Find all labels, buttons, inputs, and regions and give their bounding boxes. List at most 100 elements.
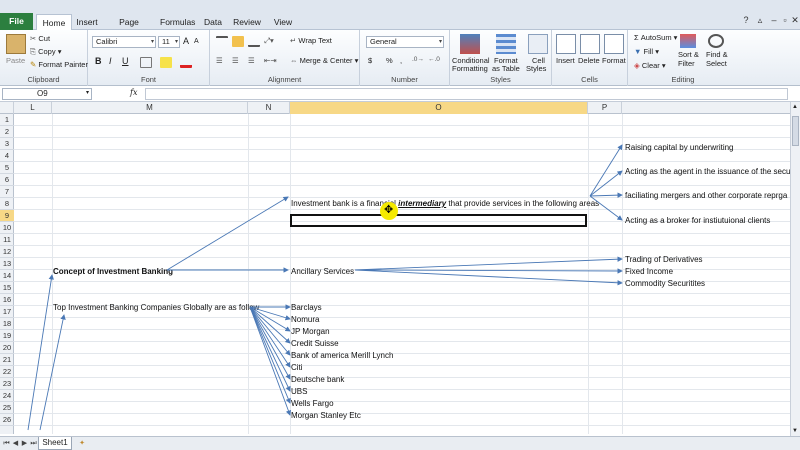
row-header-3[interactable]: 3 — [0, 138, 14, 150]
row-header-19[interactable]: 19 — [0, 330, 14, 342]
font-color-icon[interactable] — [180, 57, 192, 68]
cell-top-companies[interactable]: Top Investment Banking Companies Globall… — [53, 302, 259, 314]
conditional-formatting-icon[interactable] — [460, 34, 480, 54]
cell-acting-broker[interactable]: Acting as a broker for instiutuional cli… — [625, 215, 770, 227]
cell-o7[interactable]: Investment bank is a financial intermedi… — [291, 198, 599, 210]
close-icon[interactable]: ✕ — [789, 14, 800, 26]
align-top-icon[interactable] — [216, 36, 228, 47]
cell-company[interactable]: Morgan Stanley Etc — [291, 410, 361, 422]
cell-styles-icon[interactable] — [528, 34, 548, 54]
font-size-select[interactable]: 11 ▾ — [158, 36, 180, 48]
cell-company[interactable]: UBS — [291, 386, 307, 398]
row-header-20[interactable]: 20 — [0, 342, 14, 354]
decrease-decimal-icon[interactable]: ←.0 — [428, 56, 440, 63]
fill-color-icon[interactable] — [160, 57, 172, 68]
cut-button[interactable]: ✂ Cut — [30, 34, 50, 43]
format-painter-button[interactable]: ✎ Format Painter — [30, 60, 88, 69]
align-right-icon[interactable]: ☰ — [248, 56, 255, 65]
row-header-13[interactable]: 13 — [0, 258, 14, 270]
column-header-p[interactable]: P — [588, 102, 622, 114]
row-header-10[interactable]: 10 — [0, 222, 14, 234]
borders-icon[interactable] — [140, 57, 152, 68]
paste-button[interactable]: Paste — [6, 56, 25, 65]
number-format-select[interactable]: General ▾ — [366, 36, 444, 48]
wrap-text-button[interactable]: ↵ Wrap Text — [290, 36, 332, 45]
align-left-icon[interactable]: ☰ — [216, 56, 223, 65]
cell-company[interactable]: Nomura — [291, 314, 319, 326]
cell-derivatives[interactable]: Trading of Derivatives — [625, 254, 703, 266]
cell-fixed-income[interactable]: Fixed Income — [625, 266, 673, 278]
next-sheet-icon[interactable]: ▶ — [20, 438, 29, 450]
italic-button[interactable]: I — [109, 56, 112, 66]
column-header-n[interactable]: N — [248, 102, 290, 114]
scroll-thumb[interactable] — [792, 116, 799, 146]
cell-facilitating-mergers[interactable]: faciliating mergers and other corporate … — [625, 190, 787, 202]
comma-button[interactable]: , — [400, 56, 402, 65]
delete-cells-button[interactable]: Delete — [578, 56, 600, 65]
row-header-22[interactable]: 22 — [0, 366, 14, 378]
row-header-4[interactable]: 4 — [0, 150, 14, 162]
cell-company[interactable]: Citi — [291, 362, 303, 374]
cell-company[interactable]: Bank of america Merill Lynch — [291, 350, 393, 362]
cell-company[interactable]: Deutsche bank — [291, 374, 344, 386]
cell-commodity[interactable]: Commodity Securitites — [625, 278, 705, 290]
row-header-12[interactable]: 12 — [0, 246, 14, 258]
autosum-button[interactable]: Σ AutoSum ▾ — [634, 33, 677, 42]
conditional-formatting-label-2[interactable]: Formatting — [452, 64, 488, 73]
percent-button[interactable]: % — [386, 56, 393, 65]
prev-sheet-icon[interactable]: ◀ — [11, 438, 20, 450]
format-as-table-icon[interactable] — [496, 34, 516, 54]
insert-cells-button[interactable]: Insert — [556, 56, 575, 65]
scroll-down-icon[interactable]: ▼ — [792, 428, 798, 434]
indent-icon[interactable]: ⇤⇥ — [264, 56, 277, 65]
copy-button[interactable]: ⎘ Copy ▾ — [30, 47, 61, 57]
worksheet-grid[interactable]: L M N O P 1 2 3 4 5 6 7 8 9 10 11 12 13 14 15 16 17 18 19 2… — [0, 102, 790, 434]
tab-insert[interactable]: Insert — [74, 14, 100, 31]
font-name-select[interactable]: Calibri ▾ — [92, 36, 156, 48]
cell-raising-capital[interactable]: Raising capital by underwriting — [625, 142, 734, 154]
sheet-tab-sheet1[interactable]: Sheet1 — [38, 437, 72, 450]
vertical-scrollbar[interactable]: ▲ ▼ — [790, 102, 800, 436]
format-as-table-label-2[interactable]: as Table — [492, 64, 520, 73]
align-middle-icon[interactable] — [232, 36, 244, 47]
format-cells-button[interactable]: Format — [602, 56, 626, 65]
formula-input[interactable] — [145, 88, 788, 100]
orientation-icon[interactable]: ⤢▾ — [264, 36, 274, 46]
row-header-26[interactable]: 26 — [0, 414, 14, 426]
bold-button[interactable]: B — [95, 56, 102, 66]
tab-review[interactable]: Review — [233, 14, 261, 31]
cell-company[interactable]: Barclays — [291, 302, 322, 314]
delete-cells-icon[interactable] — [580, 34, 600, 54]
row-header-17[interactable]: 17 — [0, 306, 14, 318]
cell-area[interactable]: Investment bank is a financial intermedi… — [14, 114, 790, 434]
cell-company[interactable]: JP Morgan — [291, 326, 330, 338]
cell-company[interactable]: Wells Fargo — [291, 398, 334, 410]
fill-button[interactable]: ▼ Fill ▾ — [634, 47, 659, 56]
tab-page-layout[interactable]: Page Layout — [106, 14, 152, 44]
clear-button[interactable]: ◈ Clear ▾ — [634, 61, 666, 70]
row-header-6[interactable]: 6 — [0, 174, 14, 186]
row-header-1[interactable]: 1 — [0, 114, 14, 126]
row-header-7[interactable]: 7 — [0, 186, 14, 198]
tab-file[interactable]: File — [0, 13, 33, 30]
column-header-m[interactable]: M — [52, 102, 248, 114]
format-cells-icon[interactable] — [604, 34, 624, 54]
minimize-ribbon-icon[interactable]: ▵ — [754, 14, 766, 26]
row-header-24[interactable]: 24 — [0, 390, 14, 402]
shrink-font-button[interactable]: A — [194, 38, 199, 45]
help-icon[interactable]: ? — [740, 14, 752, 26]
increase-decimal-icon[interactable]: .0→ — [412, 56, 424, 63]
find-select-label-2[interactable]: Select — [706, 59, 727, 68]
merge-center-button[interactable]: ⇔ Merge & Center ▾ — [290, 56, 358, 65]
tab-view[interactable]: View — [272, 14, 294, 31]
column-header-o[interactable]: O — [290, 102, 588, 114]
row-header-18[interactable]: 18 — [0, 318, 14, 330]
cell-company[interactable]: Credit Suisse — [291, 338, 339, 350]
paste-icon[interactable] — [6, 34, 26, 54]
row-header-25[interactable]: 25 — [0, 402, 14, 414]
row-header-5[interactable]: 5 — [0, 162, 14, 174]
cell-styles-label-2[interactable]: Styles — [526, 64, 546, 73]
tab-formulas[interactable]: Formulas — [160, 14, 195, 31]
row-header-8[interactable]: 8 — [0, 198, 14, 210]
row-header-23[interactable]: 23 — [0, 378, 14, 390]
